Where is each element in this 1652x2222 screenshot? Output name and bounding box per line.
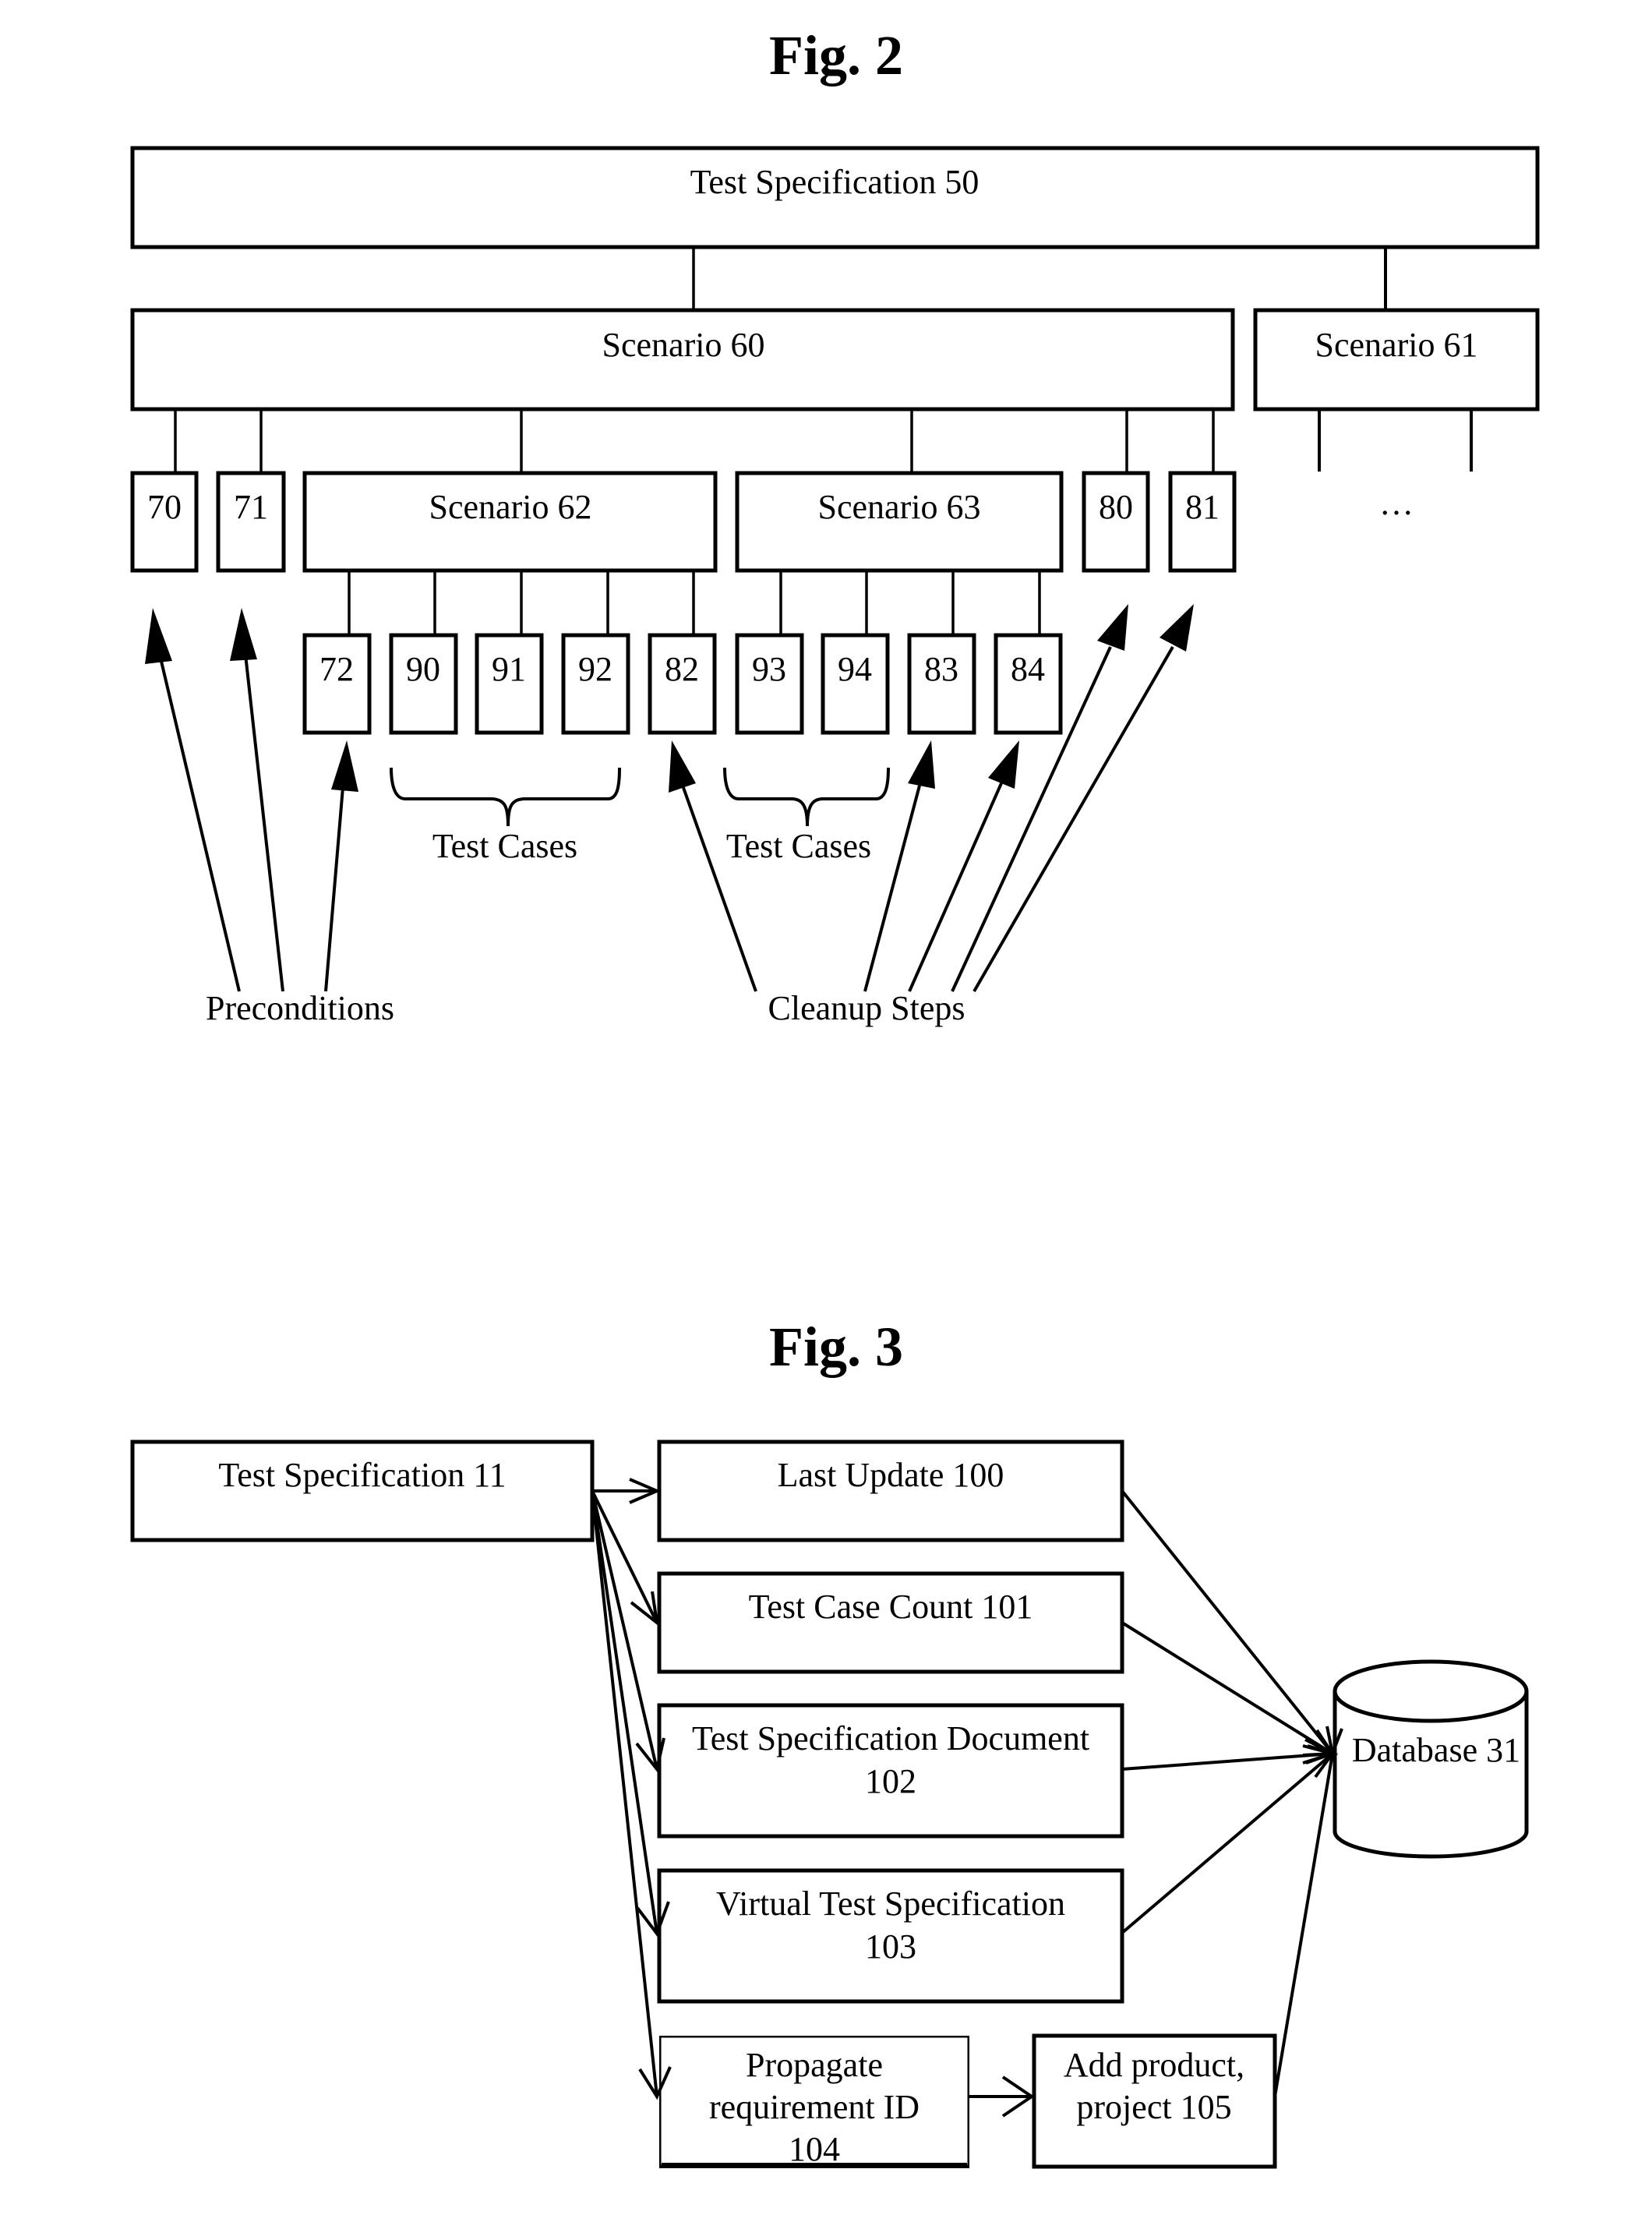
propagate-label-line2: requirement ID [709, 2088, 920, 2126]
test-spec-11-label: Test Specification 11 [218, 1456, 506, 1494]
database-top [1333, 1659, 1529, 1723]
scenario-62-label: Scenario 62 [429, 488, 592, 526]
last-update-box: Last Update 100 [657, 1440, 1124, 1542]
arrow-to-70 [158, 654, 241, 992]
box-83-label: 83 [924, 650, 958, 688]
box-82: 82 [648, 633, 717, 735]
box-70: 70 [130, 471, 199, 573]
last-update-label: Last Update 100 [778, 1456, 1004, 1494]
arrowhead-icon [988, 740, 1019, 789]
box-81: 81 [1168, 471, 1237, 573]
arrowhead-icon [1160, 604, 1194, 652]
box-93-label: 93 [752, 650, 786, 688]
ts-document-box: Test Specification Document 102 [657, 1703, 1124, 1839]
arrowhead-icon [331, 740, 358, 792]
box-70-label: 70 [147, 488, 182, 526]
box-91: 91 [475, 633, 544, 735]
virtual-ts-box: Virtual Test Specification 103 [657, 1868, 1124, 2004]
test-spec-50-box: Test Specification 50 [130, 146, 1540, 249]
arrow-to-83 [863, 785, 921, 992]
box-84-label: 84 [1011, 650, 1045, 688]
scenario-61-label: Scenario 61 [1315, 326, 1478, 364]
fig3-title: Fig. 3 [769, 1316, 903, 1378]
database-label: Database 31 [1352, 1731, 1520, 1769]
box-82-label: 82 [665, 650, 699, 688]
box-90: 90 [389, 633, 458, 735]
arrow-to-71 [244, 654, 284, 992]
propagate-clip: Propagate requirement ID 104 [659, 2036, 969, 2168]
box-93: 93 [735, 633, 804, 735]
box-80-label: 80 [1099, 488, 1133, 526]
box-84: 84 [994, 633, 1063, 735]
test-case-count-box: Test Case Count 101 [657, 1571, 1124, 1674]
virtual-ts-label-line1: Virtual Test Specification [716, 1885, 1065, 1923]
add-product-box: Add product, project 105 [1032, 2033, 1277, 2169]
box-71: 71 [216, 471, 286, 573]
propagate-box: Propagate requirement ID 104 [659, 2036, 969, 2168]
box-92: 92 [561, 633, 630, 735]
ts-document-label-line2: 102 [865, 1762, 916, 1800]
scenario-62-box: Scenario 62 [302, 471, 718, 573]
scenario-61-box: Scenario 61 [1253, 308, 1540, 412]
test-cases-label-1: Test Cases [432, 827, 577, 865]
box-72-label: 72 [319, 650, 354, 688]
box-72: 72 [302, 633, 372, 735]
propagate-label-line3: 104 [789, 2130, 840, 2168]
box-71-label: 71 [234, 488, 268, 526]
test-cases-brace-2 [723, 767, 890, 827]
fig2-title: Fig. 2 [769, 24, 903, 87]
add-product-label-line1: Add product, [1064, 2046, 1244, 2084]
test-case-count-label: Test Case Count 101 [749, 1588, 1033, 1626]
arrows-to-database [1121, 1489, 1343, 2097]
box-90-label: 90 [406, 650, 440, 688]
arrow-to-72 [324, 786, 344, 992]
propagate-label-line1: Propagate [746, 2046, 883, 2084]
arrow-to-84 [908, 782, 1003, 992]
box-83: 83 [907, 633, 976, 735]
add-product-label-line2: project 105 [1076, 2088, 1231, 2126]
box-94: 94 [821, 633, 890, 735]
box-92-label: 92 [578, 650, 612, 688]
scenario-63-label: Scenario 63 [818, 488, 981, 526]
test-cases-brace-1 [390, 767, 621, 827]
test-spec-50-label: Test Specification 50 [690, 163, 980, 201]
scenario-60-label: Scenario 60 [602, 326, 765, 364]
box-81-label: 81 [1185, 488, 1220, 526]
test-spec-11-box: Test Specification 11 [130, 1440, 595, 1542]
virtual-ts-label-line2: 103 [865, 1927, 916, 1966]
arrowhead-icon [145, 608, 172, 664]
database-31: Database 31 [1333, 1659, 1529, 1859]
arrow-to-82 [680, 782, 757, 992]
box-80: 80 [1082, 471, 1150, 573]
figure-2: Fig. 2 Test Specification 50 Scenario 60… [130, 24, 1540, 1027]
test-cases-label-2: Test Cases [726, 827, 871, 865]
cleanup-steps-label: Cleanup Steps [768, 989, 965, 1027]
preconditions-label: Preconditions [206, 989, 394, 1027]
arrowhead-icon [908, 740, 935, 789]
scenario-60-box: Scenario 60 [130, 308, 1235, 412]
ts-document-label-line1: Test Specification Document [692, 1719, 1089, 1757]
box-91-label: 91 [492, 650, 526, 688]
figure-3: Fig. 3 Test Specification 11 Last Update… [130, 1316, 1529, 2169]
box-94-label: 94 [838, 650, 872, 688]
arrowhead-icon [1097, 604, 1128, 651]
scenario-63-box: Scenario 63 [735, 471, 1064, 573]
patent-figures: Fig. 2 Test Specification 50 Scenario 60… [130, 24, 1540, 2169]
arrowhead-icon [669, 740, 696, 793]
arrowhead-icon [230, 608, 257, 661]
ellipsis: … [1379, 484, 1414, 522]
